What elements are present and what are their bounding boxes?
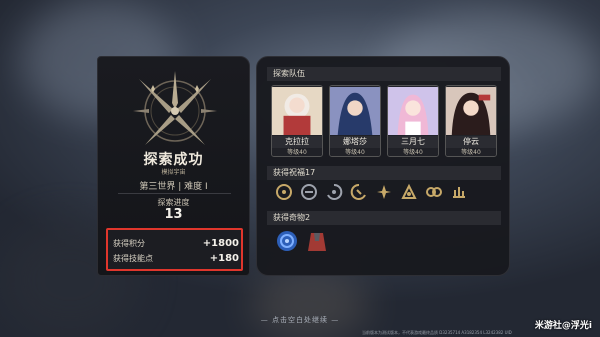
- reward-row-skill-points: 获得技能点 +180: [113, 251, 239, 265]
- continue-hint[interactable]: — 点击空白处继续 —: [0, 315, 600, 325]
- reward-row-points: 获得积分 +1800: [113, 236, 239, 250]
- divider: [118, 193, 231, 194]
- member-name: 三月七: [388, 136, 438, 148]
- result-subtitle: 模拟宇宙: [161, 169, 186, 176]
- build-info-text: 当前版本为测试版本，不代表游戏最终品质 D3235714 A3182354 L3…: [362, 330, 512, 335]
- result-title: 探索成功: [143, 152, 204, 168]
- curios-header: 获得奇物2: [267, 211, 501, 225]
- team-list: 克拉拉 等级40 娜塔莎 等级40 三月七 等级40 停云 等级40: [271, 85, 501, 157]
- result-panel: 探索成功 模拟宇宙 第三世界 | 难度 Ⅰ 探索进度 13 获得积分 +1800…: [97, 56, 250, 276]
- reward-value: +1800: [202, 237, 239, 249]
- character-portrait-icon: [330, 86, 380, 136]
- blessings-header: 获得祝福17: [267, 166, 501, 180]
- red-cloak-curio-icon[interactable]: [305, 229, 329, 253]
- blessing-2-icon[interactable]: [300, 183, 318, 201]
- character-portrait-icon: [388, 86, 438, 136]
- member-level: 等级40: [272, 148, 322, 156]
- member-name: 克拉拉: [272, 136, 322, 148]
- team-member-card[interactable]: 娜塔莎 等级40: [329, 85, 381, 157]
- reward-label: 获得积分: [113, 238, 145, 248]
- watermark: 米游社@浮光i: [534, 321, 592, 331]
- world-difficulty-label: 第三世界 | 难度 Ⅰ: [139, 182, 208, 192]
- background-figure-bottom: [250, 270, 370, 337]
- team-header: 探索队伍: [267, 67, 501, 81]
- member-name: 娜塔莎: [330, 136, 380, 148]
- member-name: 停云: [446, 136, 496, 148]
- reward-value: +180: [209, 252, 239, 264]
- member-level: 等级40: [330, 148, 380, 156]
- blessing-4-icon[interactable]: [350, 183, 368, 201]
- progress-value: 13: [164, 207, 183, 222]
- character-portrait-icon: [446, 86, 496, 136]
- blessing-1-icon[interactable]: [275, 183, 293, 201]
- reward-label: 获得技能点: [113, 253, 153, 263]
- rewards-box: 获得积分 +1800 获得技能点 +180: [106, 228, 243, 271]
- blessing-7-icon[interactable]: [425, 183, 443, 201]
- blessing-3-icon[interactable]: [325, 183, 343, 201]
- team-member-card[interactable]: 停云 等级40: [445, 85, 497, 157]
- blessings-list: [275, 183, 495, 205]
- member-level: 等级40: [446, 148, 496, 156]
- blue-disc-curio-icon[interactable]: [275, 229, 299, 253]
- crossed-swords-emblem-icon: [133, 71, 217, 145]
- team-member-card[interactable]: 克拉拉 等级40: [271, 85, 323, 157]
- summary-panel: 探索队伍 克拉拉 等级40 娜塔莎 等级40 三月七 等级40 停云 等级40 …: [256, 56, 510, 276]
- blessing-5-icon[interactable]: [375, 183, 393, 201]
- curios-list: [275, 229, 345, 255]
- character-portrait-icon: [272, 86, 322, 136]
- member-level: 等级40: [388, 148, 438, 156]
- blessing-6-icon[interactable]: [400, 183, 418, 201]
- team-member-card[interactable]: 三月七 等级40: [387, 85, 439, 157]
- blessing-8-icon[interactable]: [450, 183, 468, 201]
